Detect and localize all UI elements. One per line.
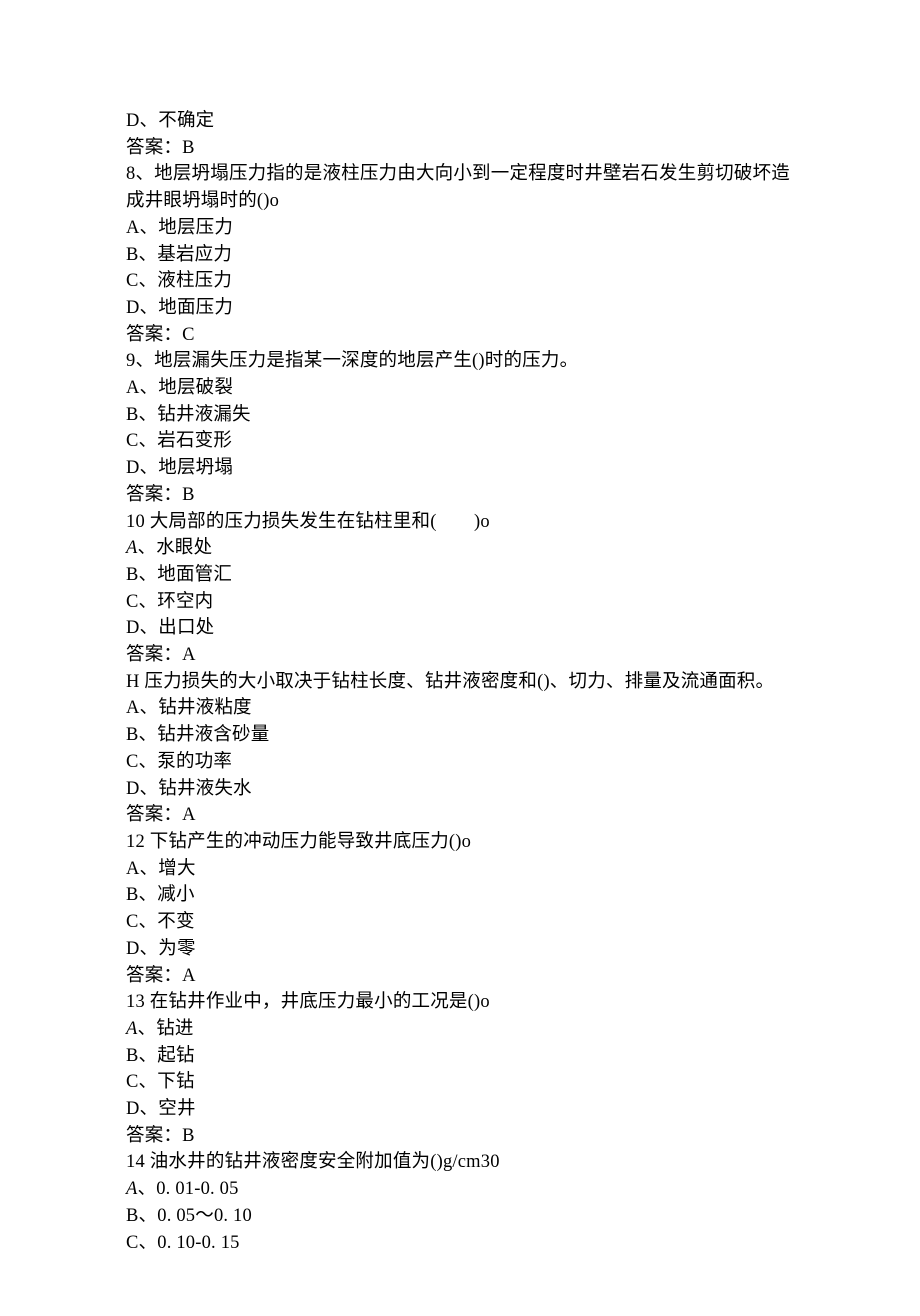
q8-stem: 8、地层坍塌压力指的是液柱压力由大向小到一定程度时井壁岩石发生剪切破坏造成井眼坍… bbox=[126, 161, 794, 214]
q12-stem: 12 下钻产生的冲动压力能导致井底压力()o bbox=[126, 829, 794, 856]
prev-question-answer: 答案：B bbox=[126, 135, 794, 162]
q11-stem: H 压力损失的大小取决于钻柱长度、钻井液密度和()、切力、排量及流通面积。 bbox=[126, 669, 794, 696]
q13-option-c: C、下钻 bbox=[126, 1069, 794, 1096]
q8-option-d: D、地面压力 bbox=[126, 295, 794, 322]
q13-option-d: D、空井 bbox=[126, 1096, 794, 1123]
q12-option-d: D、为零 bbox=[126, 936, 794, 963]
q10-option-a-text: 、水眼处 bbox=[138, 538, 213, 558]
q14-stem: 14 油水井的钻井液密度安全附加值为()g/cm30 bbox=[126, 1149, 794, 1176]
q12-option-b: B、减小 bbox=[126, 882, 794, 909]
q9-option-a: A、地层破裂 bbox=[126, 375, 794, 402]
q8-answer: 答案：C bbox=[126, 322, 794, 349]
q14-option-a-letter: A bbox=[126, 1179, 138, 1199]
q10-option-a-letter: A bbox=[126, 538, 138, 558]
q13-stem: 13 在钻井作业中，井底压力最小的工况是()o bbox=[126, 989, 794, 1016]
q8-option-c: C、液柱压力 bbox=[126, 268, 794, 295]
q14-option-b: B、0. 05～0. 10 bbox=[126, 1203, 794, 1230]
q11-option-d: D、钻井液失水 bbox=[126, 776, 794, 803]
q13-option-a-letter: A bbox=[126, 1019, 138, 1039]
q11-answer: 答案：A bbox=[126, 802, 794, 829]
q9-option-b: B、钻井液漏失 bbox=[126, 402, 794, 429]
q8-option-a: A、地层压力 bbox=[126, 215, 794, 242]
q11-option-c: C、泵的功率 bbox=[126, 749, 794, 776]
q11-option-a: A、钻井液粘度 bbox=[126, 695, 794, 722]
q13-option-a-text: 、钻进 bbox=[138, 1019, 194, 1039]
q10-option-a: A、水眼处 bbox=[126, 535, 794, 562]
q13-answer: 答案：B bbox=[126, 1123, 794, 1150]
prev-question-option-d: D、不确定 bbox=[126, 108, 794, 135]
q10-option-b: B、地面管汇 bbox=[126, 562, 794, 589]
q9-answer: 答案：B bbox=[126, 482, 794, 509]
q12-option-a: A、增大 bbox=[126, 856, 794, 883]
q12-option-c: C、不变 bbox=[126, 909, 794, 936]
q13-option-a: A、钻进 bbox=[126, 1016, 794, 1043]
q14-option-a: A、0. 01-0. 05 bbox=[126, 1176, 794, 1203]
q11-option-b: B、钻井液含砂量 bbox=[126, 722, 794, 749]
q8-option-b: B、基岩应力 bbox=[126, 242, 794, 269]
q10-option-d: D、出口处 bbox=[126, 615, 794, 642]
q14-option-a-text: 、0. 01-0. 05 bbox=[138, 1179, 239, 1199]
q9-option-c: C、岩石变形 bbox=[126, 428, 794, 455]
q10-answer: 答案：A bbox=[126, 642, 794, 669]
q10-stem: 10 大局部的压力损失发生在钻柱里和( )o bbox=[126, 509, 794, 536]
q13-option-b: B、起钻 bbox=[126, 1043, 794, 1070]
q14-option-c: C、0. 10-0. 15 bbox=[126, 1230, 794, 1257]
q9-option-d: D、地层坍塌 bbox=[126, 455, 794, 482]
q10-option-c: C、环空内 bbox=[126, 589, 794, 616]
q12-answer: 答案：A bbox=[126, 963, 794, 990]
q9-stem: 9、地层漏失压力是指某一深度的地层产生()时的压力。 bbox=[126, 348, 794, 375]
